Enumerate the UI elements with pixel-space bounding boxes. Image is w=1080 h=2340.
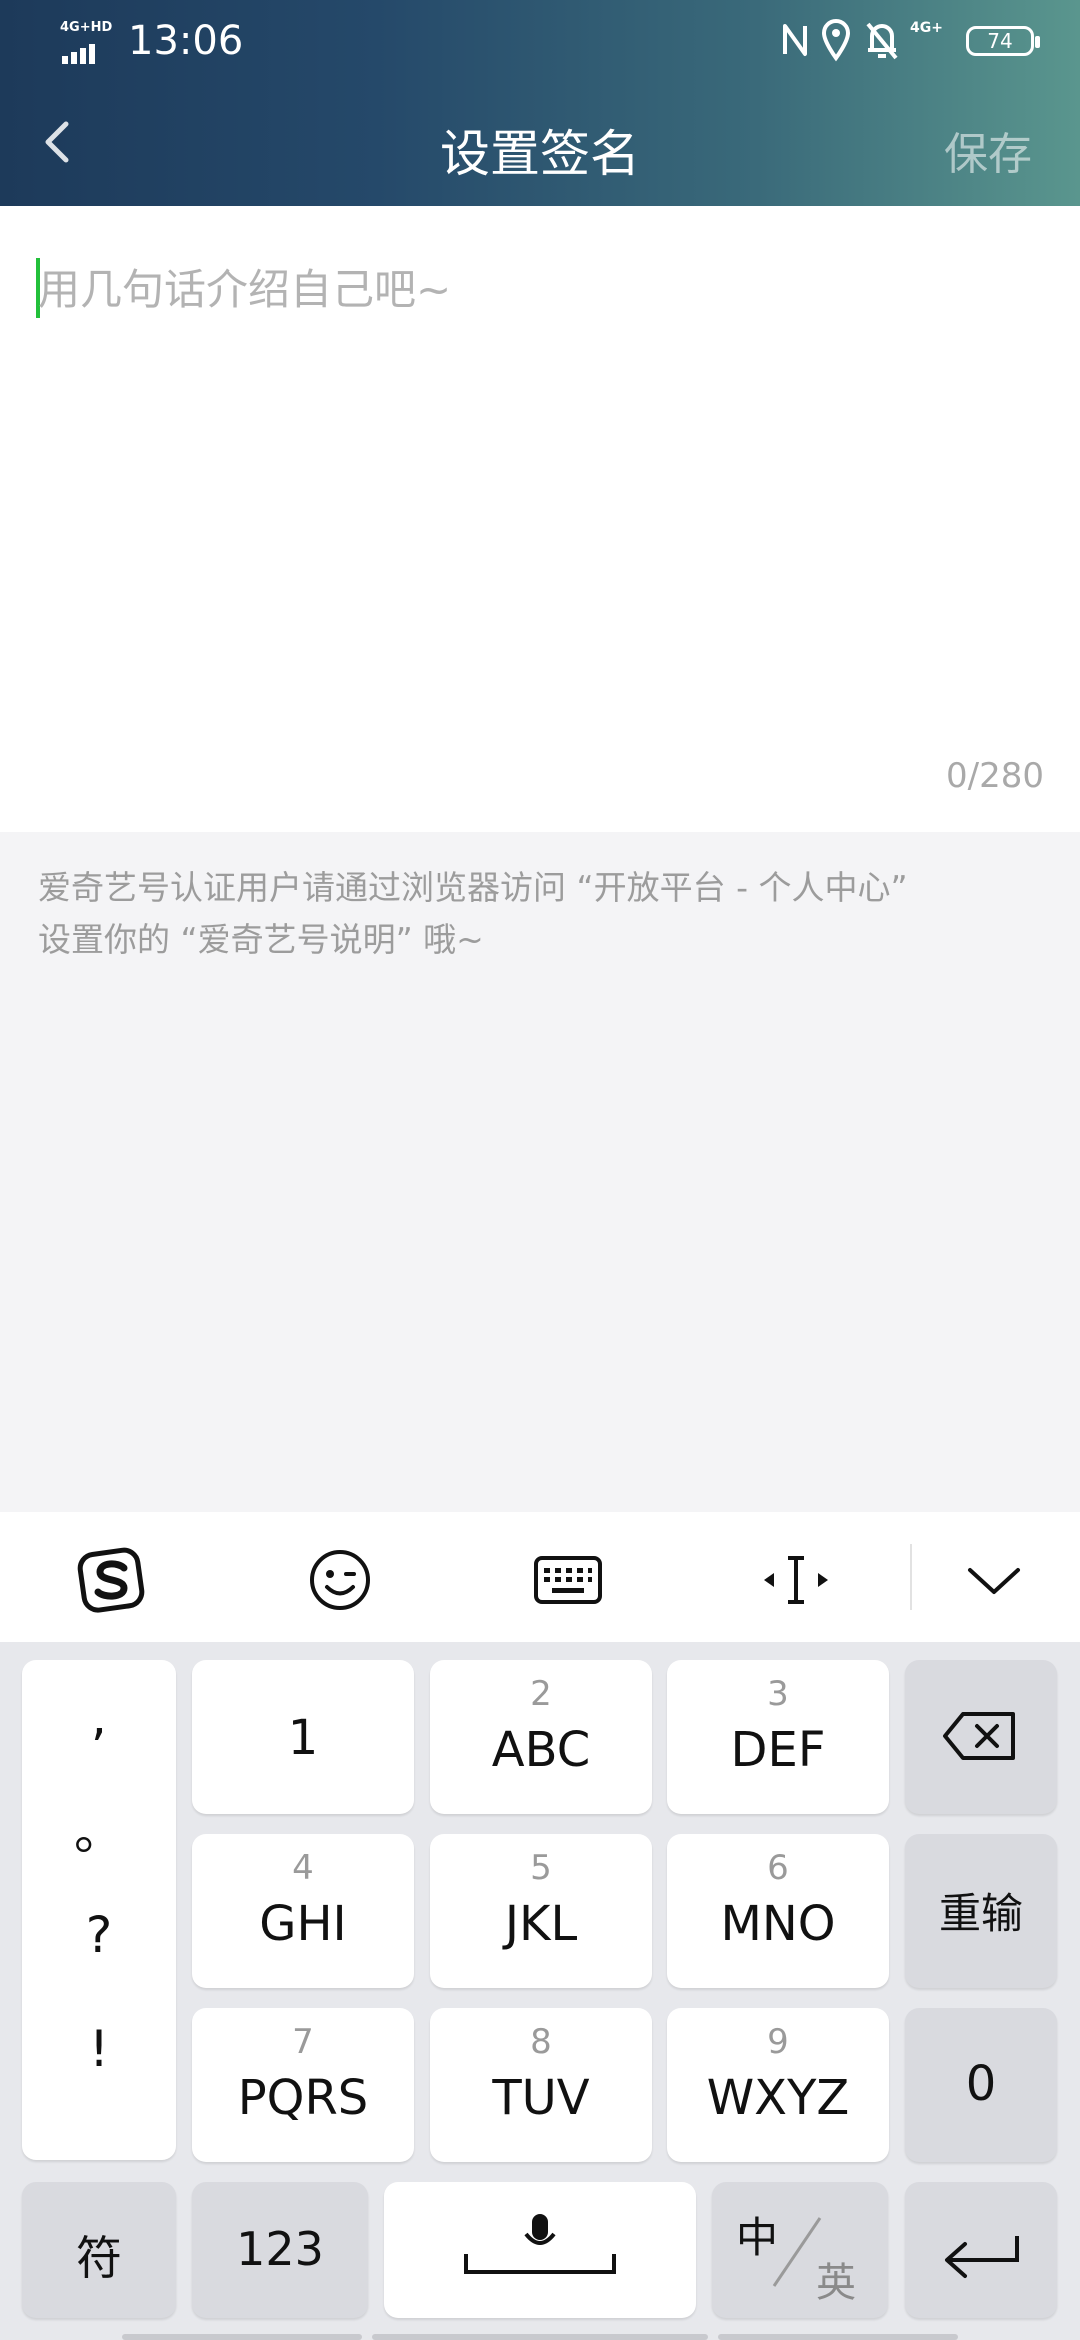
enter-key[interactable] (905, 2182, 1057, 2318)
key-letters: GHI (259, 1896, 347, 1952)
battery-level: 74 (987, 29, 1013, 53)
key-3-def[interactable]: 3 DEF (667, 1660, 889, 1814)
signature-editor[interactable]: 用几句话介绍自己吧~ 0/280 (0, 206, 1080, 832)
hint-line-2: 设置你的 “爱奇艺号说明” 哦~ (38, 920, 484, 959)
key-letters: PQRS (237, 2070, 369, 2126)
key-8-tuv[interactable]: 8 TUV (430, 2008, 652, 2162)
chevron-down-icon (968, 1568, 1020, 1594)
key-number: 2 (530, 1674, 552, 1714)
cellular-signal: 4G+HD (60, 20, 116, 64)
language-switch-key[interactable]: 中 英 (712, 2182, 888, 2318)
key-letters: DEF (730, 1722, 826, 1778)
save-button[interactable]: 保存 (944, 118, 1032, 182)
symbol-key[interactable]: 符 (22, 2182, 176, 2318)
signature-input-placeholder[interactable]: 用几句话介绍自己吧~ (38, 256, 451, 317)
key-letters: TUV (492, 2070, 590, 2126)
punctuation-key[interactable]: 。 (22, 1792, 176, 1864)
key-9-wxyz[interactable]: 9 WXYZ (667, 2008, 889, 2162)
home-indicator (372, 2334, 708, 2340)
verification-hint: 爱奇艺号认证用户请通过浏览器访问 “开放平台 - 个人中心” 设置你的 “爱奇艺… (38, 862, 1048, 966)
status-time: 13:06 (128, 18, 244, 64)
key-number: 3 (767, 1674, 789, 1714)
location-icon (821, 19, 851, 62)
keyboard-switch-button[interactable] (528, 1540, 608, 1620)
enter-arrow-icon (945, 2236, 1019, 2278)
home-indicator (122, 2334, 362, 2340)
reenter-label: 重输 (938, 1889, 1023, 1938)
key-number: 4 (292, 1848, 314, 1888)
key-letters: JKL (504, 1896, 578, 1952)
key-number: 9 (767, 2022, 789, 2062)
keyboard-icon (534, 1556, 602, 1604)
key-4-ghi[interactable]: 4 GHI (192, 1834, 414, 1988)
backspace-icon (943, 1712, 1015, 1760)
mute-bell-icon (866, 22, 898, 60)
punctuation-key[interactable]: ? (22, 1906, 176, 1964)
key-number: 6 (767, 1848, 789, 1888)
slash-divider-icon (772, 2217, 822, 2287)
key-letters: ABC (491, 1722, 591, 1778)
key-2-abc[interactable]: 2 ABC (430, 1660, 652, 1814)
emoji-icon (310, 1550, 370, 1610)
battery-icon: 74 (966, 26, 1040, 56)
sogou-logo-icon (77, 1547, 145, 1613)
keyboard-toolbar (0, 1512, 1080, 1642)
nav-bar: 设置签名 保存 (0, 96, 1080, 196)
key-number: 8 (530, 2022, 552, 2062)
reenter-key[interactable]: 重输 (905, 1834, 1057, 1988)
signal-bars-icon (62, 44, 98, 64)
lang-secondary-label: 英 (816, 2260, 856, 2306)
emoji-button[interactable] (300, 1540, 380, 1620)
nfc-icon (783, 24, 807, 56)
status-bar: 4G+HD 13:06 4G+ 74 (0, 0, 1080, 90)
sogou-logo-button[interactable] (72, 1540, 152, 1620)
zero-label: 0 (965, 2056, 997, 2112)
app-header: 4G+HD 13:06 4G+ 74 设置签名 保存 (0, 0, 1080, 206)
key-letters: MNO (720, 1896, 836, 1952)
toolbar-divider (910, 1544, 912, 1610)
hint-line-1: 爱奇艺号认证用户请通过浏览器访问 “开放平台 - 个人中心” (38, 868, 908, 907)
key-1[interactable]: 1 (192, 1660, 414, 1814)
page-title: 设置签名 (440, 125, 640, 183)
key-5-jkl[interactable]: 5 JKL (430, 1834, 652, 1988)
symbol-label: 符 (76, 2231, 122, 2285)
key-number: 7 (292, 2022, 314, 2062)
punctuation-column[interactable]: , 。 ? ! (22, 1660, 176, 2160)
key-7-pqrs[interactable]: 7 PQRS (192, 2008, 414, 2162)
home-indicator (718, 2334, 958, 2340)
key-number: 5 (530, 1848, 552, 1888)
hide-keyboard-button[interactable] (954, 1540, 1034, 1620)
network-type-secondary: 4G+ (910, 20, 943, 36)
key-0[interactable]: 0 (905, 2008, 1057, 2162)
numbers-label: 123 (236, 2222, 324, 2276)
cursor-move-button[interactable] (756, 1540, 836, 1620)
char-counter: 0/280 (946, 756, 1044, 796)
backspace-key[interactable] (905, 1660, 1057, 1814)
cursor-move-icon (764, 1556, 828, 1604)
status-icons: 4G+ 74 (780, 18, 1040, 68)
numbers-key[interactable]: 123 (192, 2182, 368, 2318)
key-6-mno[interactable]: 6 MNO (667, 1834, 889, 1988)
key-letters: WXYZ (706, 2070, 850, 2126)
space-key[interactable] (384, 2182, 696, 2318)
microphone-icon (464, 2214, 616, 2274)
ime-keyboard: , 。 ? ! 1 2 ABC 3 DEF 4 GHI 5 JKL 6 MNO … (0, 1642, 1080, 2340)
punctuation-key[interactable]: ! (22, 2020, 176, 2078)
network-type-label: 4G+HD (60, 20, 113, 35)
key-label: 1 (287, 1710, 319, 1766)
punctuation-key[interactable]: , (22, 1688, 176, 1746)
